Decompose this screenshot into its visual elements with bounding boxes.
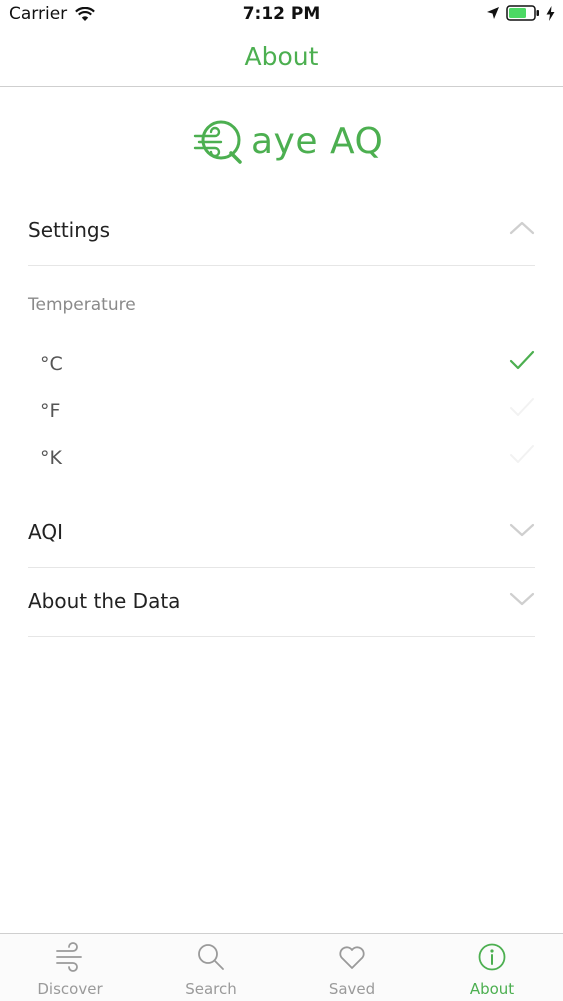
unit-option-kelvin[interactable]: °K (40, 439, 535, 479)
charging-bolt-icon (546, 5, 555, 21)
checkmark-icon (509, 350, 535, 370)
settings-label: Settings (28, 218, 111, 242)
page-title: About (244, 42, 319, 71)
unit-option-celsius[interactable]: °C (40, 345, 535, 385)
nav-bar: About (0, 30, 563, 87)
logo-wind-magnifier-icon (193, 120, 242, 164)
checkmark-icon (510, 398, 534, 416)
status-bar: Carrier 7:12 PM (0, 0, 563, 30)
tab-discover[interactable]: Discover (0, 934, 140, 1001)
tab-about[interactable]: About (422, 934, 562, 1001)
aqi-section-header[interactable]: AQI (28, 500, 535, 568)
temperature-heading: Temperature (28, 295, 136, 315)
chevron-down-icon (509, 592, 535, 606)
about-data-label: About the Data (28, 589, 181, 613)
search-icon (198, 944, 224, 970)
chevron-up-icon (509, 221, 535, 235)
app-logo: aye AQ (193, 118, 383, 164)
chevron-down-icon (509, 523, 535, 537)
battery-icon (506, 5, 539, 21)
tab-label: Search (185, 980, 237, 998)
unit-option-fahrenheit[interactable]: °F (40, 392, 535, 432)
heart-icon (339, 946, 365, 969)
tab-label: About (469, 980, 515, 998)
tab-bar: Discover Search Saved About (0, 933, 563, 1001)
tab-saved[interactable]: Saved (282, 934, 422, 1001)
tab-label: Discover (37, 980, 103, 998)
tab-label: Saved (328, 980, 376, 998)
checkmark-icon (510, 445, 534, 463)
status-right (486, 5, 555, 21)
unit-label: °C (40, 353, 63, 375)
tab-search[interactable]: Search (141, 934, 281, 1001)
logo-text: aye AQ (251, 120, 384, 162)
settings-section-header[interactable]: Settings (28, 198, 535, 266)
unit-label: °K (40, 447, 62, 469)
info-icon (478, 943, 506, 971)
unit-label: °F (40, 400, 61, 422)
aqi-label: AQI (28, 520, 63, 544)
wind-icon (56, 942, 82, 972)
location-arrow-icon (487, 7, 499, 19)
status-time: 7:12 PM (242, 4, 321, 24)
about-data-section-header[interactable]: About the Data (28, 569, 535, 637)
